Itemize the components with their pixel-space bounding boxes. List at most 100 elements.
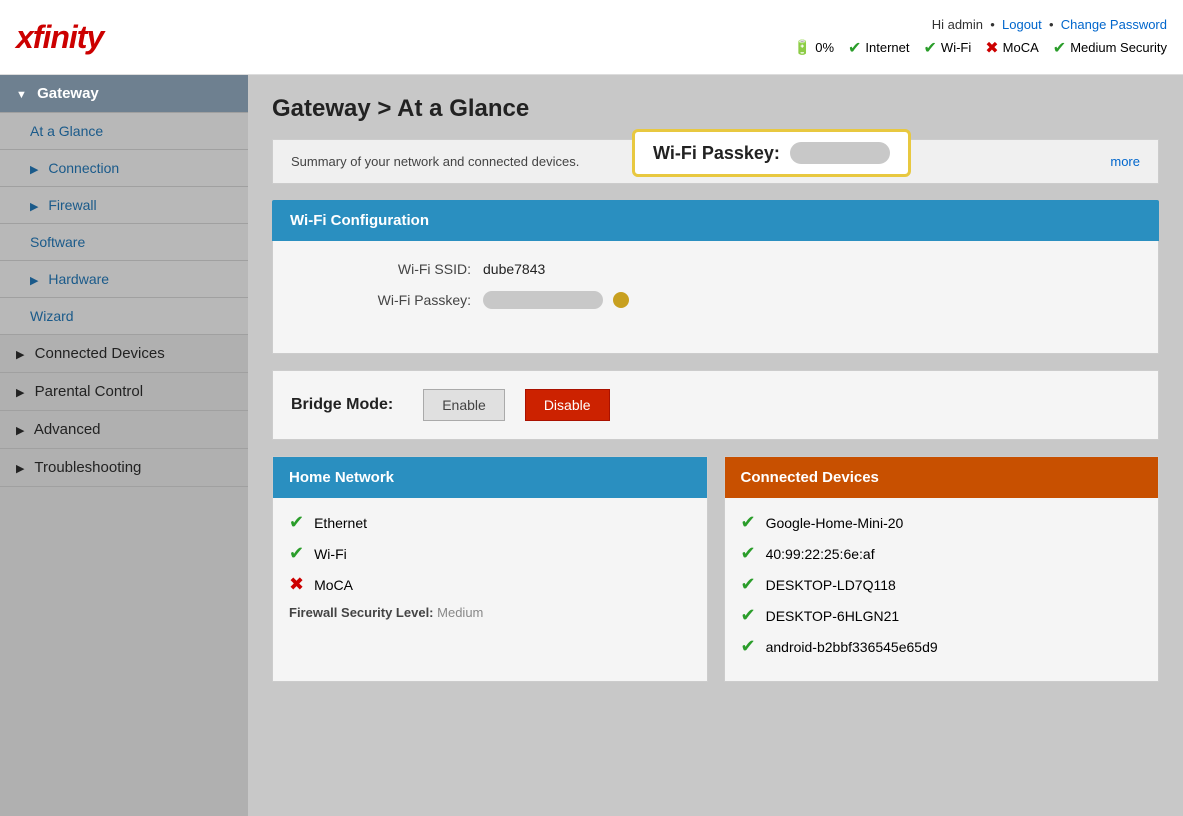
arrow-icon: ▼: [16, 89, 27, 101]
wifi-check-icon: ✔: [924, 38, 937, 58]
sidebar-item-advanced[interactable]: ▶ Advanced: [0, 411, 248, 449]
connected-devices-card: Connected Devices ✔ Google-Home-Mini-20 …: [724, 456, 1160, 682]
device-label-1: 40:99:22:25:6e:af: [766, 546, 875, 562]
status-bar: 🔋 0% ✔ Internet ✔ Wi-Fi ✖ MoCA ✔ Medium …: [794, 38, 1167, 58]
page-title: Gateway > At a Glance: [272, 95, 1159, 123]
home-network-header: Home Network: [273, 457, 707, 498]
security-label: Medium Security: [1070, 40, 1167, 55]
summary-text: Summary of your network and connected de…: [291, 154, 579, 169]
tooltip-area: Summary of your network and connected de…: [272, 139, 1159, 184]
device-label-4: android-b2bbf336545e65d9: [766, 639, 938, 655]
connected-devices-header: Connected Devices: [725, 457, 1159, 498]
tooltip-passkey-label: Wi-Fi Passkey:: [653, 143, 780, 164]
device-check-icon-1: ✔: [741, 543, 756, 564]
device-check-icon-4: ✔: [741, 636, 756, 657]
wifi-config-body: Wi-Fi SSID: dube7843 Wi-Fi Passkey:: [272, 241, 1159, 354]
battery-status: 🔋 0%: [794, 39, 834, 56]
internet-label: Internet: [865, 40, 909, 55]
logout-link[interactable]: Logout: [1002, 17, 1042, 32]
moca-status: ✖ MoCA: [985, 38, 1039, 58]
firewall-value: Medium: [437, 605, 483, 620]
ethernet-label: Ethernet: [314, 515, 367, 531]
ssid-label: Wi-Fi SSID:: [291, 261, 471, 277]
tooltip-passkey-value: [790, 142, 890, 164]
ethernet-item: ✔ Ethernet: [289, 512, 691, 533]
ssid-value: dube7843: [483, 261, 545, 277]
moca-x-icon: ✖: [985, 38, 998, 58]
passkey-dot-icon: [613, 292, 629, 308]
wifi-net-label: Wi-Fi: [314, 546, 347, 562]
sidebar-item-gateway[interactable]: ▼ Gateway: [0, 75, 248, 113]
device-label-0: Google-Home-Mini-20: [766, 515, 904, 531]
battery-value: 0%: [815, 40, 834, 55]
device-item-1: ✔ 40:99:22:25:6e:af: [741, 543, 1143, 564]
moca-x-icon-net: ✖: [289, 574, 304, 595]
wifi-passkey-field: Wi-Fi Passkey:: [291, 291, 1140, 309]
more-link[interactable]: more: [1110, 154, 1140, 169]
device-check-icon-2: ✔: [741, 574, 756, 595]
arrow-icon: ▶: [30, 164, 38, 176]
security-check-icon: ✔: [1053, 38, 1066, 58]
ethernet-check-icon: ✔: [289, 512, 304, 533]
wifi-ssid-field: Wi-Fi SSID: dube7843: [291, 261, 1140, 277]
internet-status: ✔ Internet: [848, 38, 910, 58]
moca-label: MoCA: [1003, 40, 1039, 55]
bottom-row: Home Network ✔ Ethernet ✔ Wi-Fi ✖ MoCA: [272, 456, 1159, 682]
firewall-row: Firewall Security Level: Medium: [289, 605, 691, 620]
arrow-icon: ▶: [16, 387, 24, 399]
device-check-icon-0: ✔: [741, 512, 756, 533]
sidebar-item-connection[interactable]: ▶ Connection: [0, 150, 248, 187]
arrow-icon: ▶: [16, 425, 24, 437]
sidebar-item-parental-control[interactable]: ▶ Parental Control: [0, 373, 248, 411]
hi-admin: Hi admin: [932, 17, 983, 32]
battery-icon: 🔋: [794, 39, 811, 56]
arrow-icon: ▶: [16, 349, 24, 361]
sidebar-item-software[interactable]: Software: [0, 224, 248, 261]
arrow-icon: ▶: [30, 275, 38, 287]
sidebar: ▼ Gateway At a Glance ▶ Connection ▶ Fir…: [0, 75, 248, 816]
layout: ▼ Gateway At a Glance ▶ Connection ▶ Fir…: [0, 75, 1183, 816]
sidebar-item-at-a-glance[interactable]: At a Glance: [0, 113, 248, 150]
wifi-item: ✔ Wi-Fi: [289, 543, 691, 564]
device-label-2: DESKTOP-LD7Q118: [766, 577, 896, 593]
sidebar-item-hardware[interactable]: ▶ Hardware: [0, 261, 248, 298]
wifi-label: Wi-Fi: [941, 40, 971, 55]
arrow-icon: ▶: [16, 463, 24, 475]
bridge-mode-label: Bridge Mode:: [291, 396, 393, 414]
enable-button[interactable]: Enable: [423, 389, 505, 421]
bridge-mode-section: Bridge Mode: Enable Disable: [272, 370, 1159, 440]
passkey-value-blurred: [483, 291, 603, 309]
sidebar-item-connected-devices[interactable]: ▶ Connected Devices: [0, 335, 248, 373]
disable-button[interactable]: Disable: [525, 389, 610, 421]
wifi-check-icon-net: ✔: [289, 543, 304, 564]
wifi-status: ✔ Wi-Fi: [924, 38, 972, 58]
moca-item: ✖ MoCA: [289, 574, 691, 595]
wifi-config-header: Wi-Fi Configuration: [272, 200, 1159, 241]
device-item-0: ✔ Google-Home-Mini-20: [741, 512, 1143, 533]
firewall-label: Firewall Security Level:: [289, 605, 434, 620]
device-check-icon-3: ✔: [741, 605, 756, 626]
sidebar-item-firewall[interactable]: ▶ Firewall: [0, 187, 248, 224]
top-right: Hi admin • Logout • Change Password 🔋 0%…: [794, 17, 1167, 58]
security-status: ✔ Medium Security: [1053, 38, 1167, 58]
xfinity-logo: xfinity: [16, 19, 103, 56]
wifi-config-section: Wi-Fi Configuration Wi-Fi SSID: dube7843…: [272, 200, 1159, 354]
main-content: Gateway > At a Glance Summary of your ne…: [248, 75, 1183, 816]
device-item-4: ✔ android-b2bbf336545e65d9: [741, 636, 1143, 657]
sidebar-item-wizard[interactable]: Wizard: [0, 298, 248, 335]
home-network-body: ✔ Ethernet ✔ Wi-Fi ✖ MoCA Firewall Secur…: [273, 498, 707, 634]
top-bar: xfinity Hi admin • Logout • Change Passw…: [0, 0, 1183, 75]
user-info: Hi admin • Logout • Change Password: [794, 17, 1167, 32]
connected-devices-body: ✔ Google-Home-Mini-20 ✔ 40:99:22:25:6e:a…: [725, 498, 1159, 681]
passkey-label: Wi-Fi Passkey:: [291, 292, 471, 308]
change-password-link[interactable]: Change Password: [1061, 17, 1167, 32]
device-item-3: ✔ DESKTOP-6HLGN21: [741, 605, 1143, 626]
arrow-icon: ▶: [30, 201, 38, 213]
passkey-tooltip: Wi-Fi Passkey:: [632, 129, 911, 177]
device-item-2: ✔ DESKTOP-LD7Q118: [741, 574, 1143, 595]
moca-net-label: MoCA: [314, 577, 353, 593]
home-network-card: Home Network ✔ Ethernet ✔ Wi-Fi ✖ MoCA: [272, 456, 708, 682]
internet-check-icon: ✔: [848, 38, 861, 58]
device-label-3: DESKTOP-6HLGN21: [766, 608, 900, 624]
sidebar-item-troubleshooting[interactable]: ▶ Troubleshooting: [0, 449, 248, 487]
